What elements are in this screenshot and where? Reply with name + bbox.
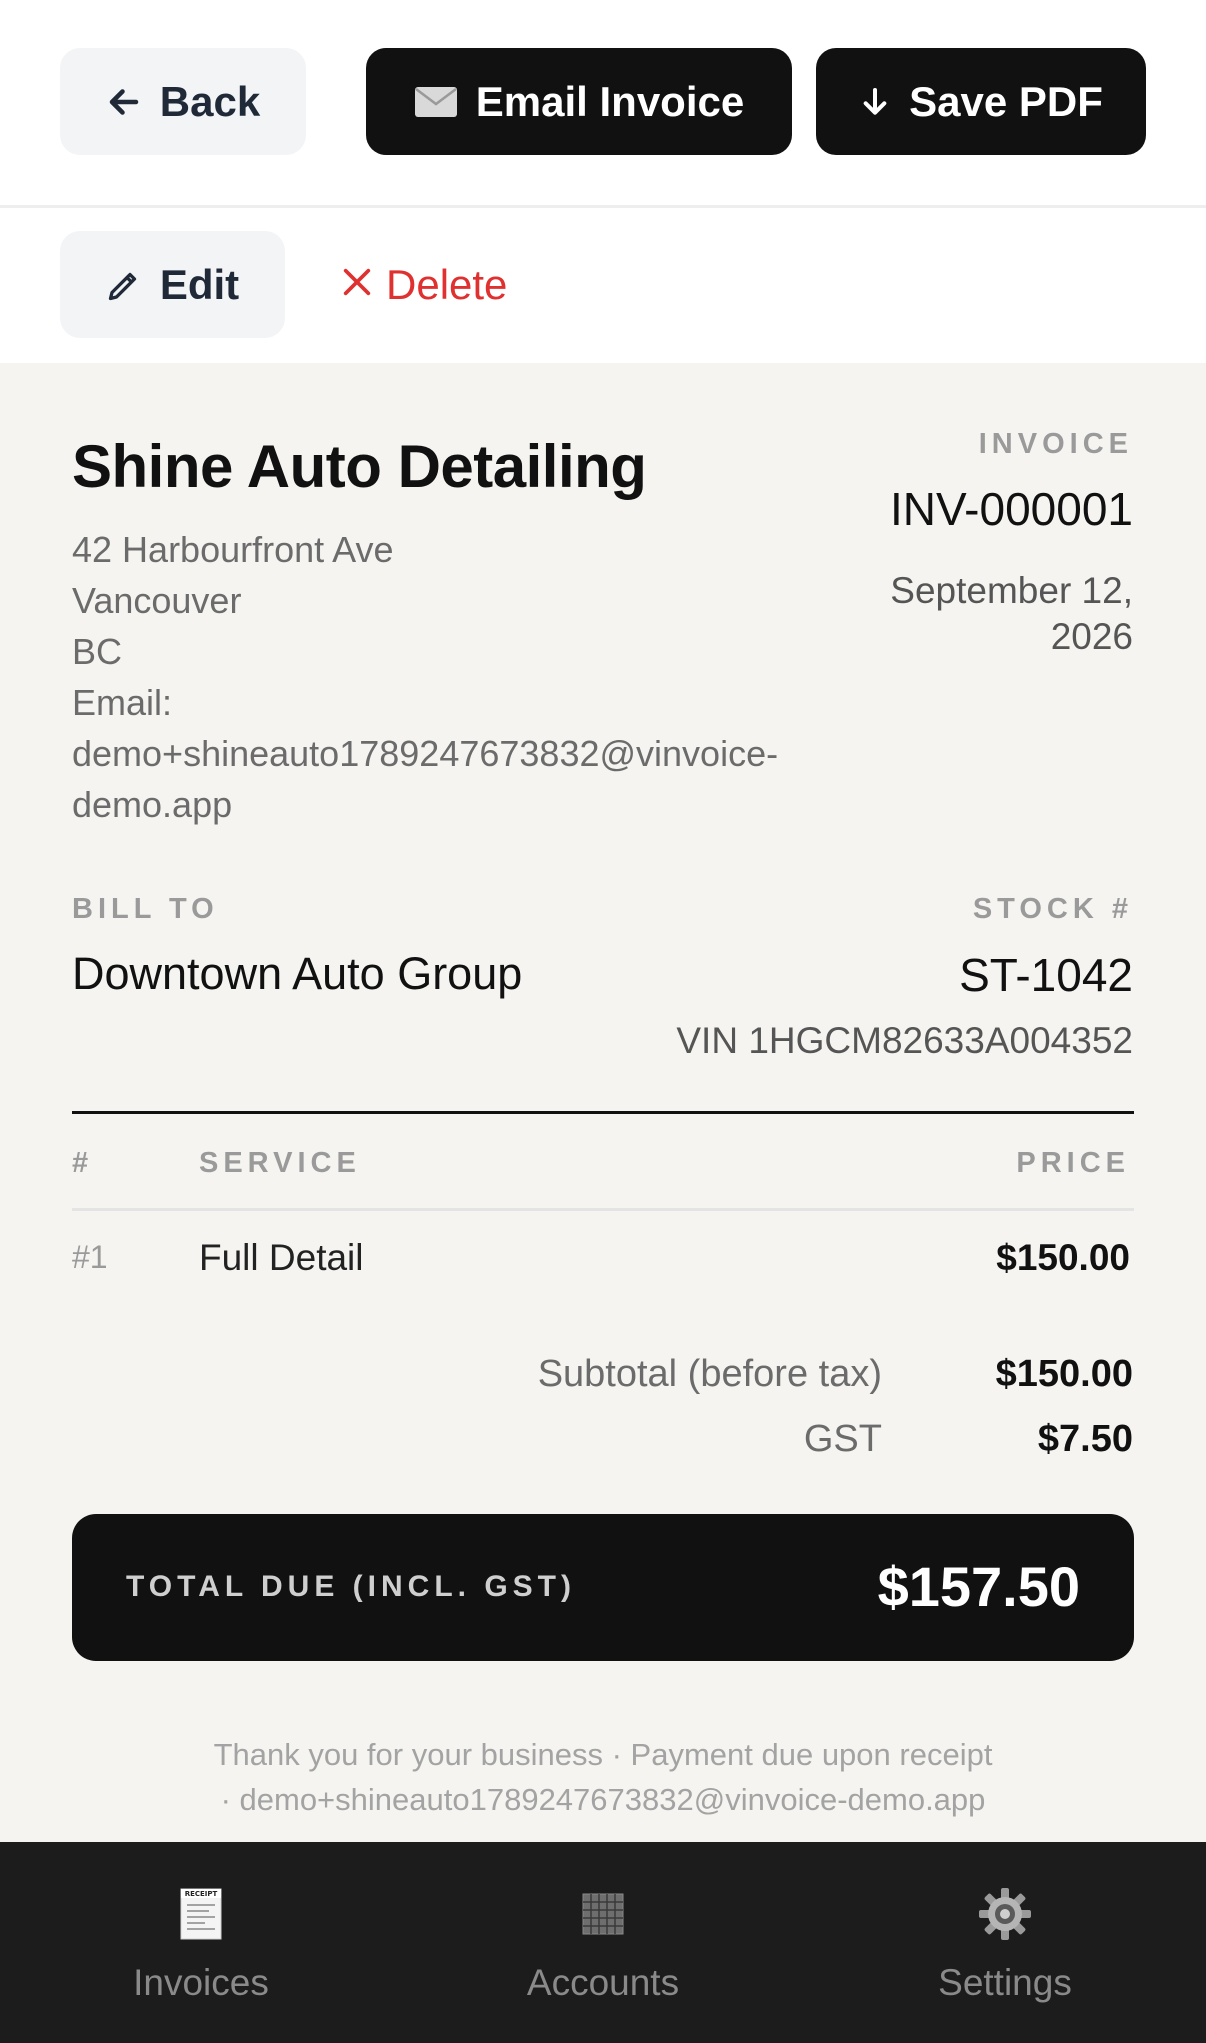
table-top-divider: [72, 1111, 1134, 1114]
delete-button[interactable]: Delete: [340, 231, 507, 338]
envelope-icon: [414, 86, 458, 118]
nav-item-invoices[interactable]: RECEIPT Invoices: [0, 1842, 402, 2043]
save-pdf-button[interactable]: Save PDF: [816, 48, 1146, 155]
email-invoice-label: Email Invoice: [475, 77, 745, 125]
business-email-line2: demo.app: [72, 784, 233, 825]
receipt-icon: RECEIPT: [173, 1886, 229, 1942]
column-header-price: PRICE: [1016, 1147, 1130, 1179]
stock-number: ST-1042: [959, 949, 1133, 1001]
total-due-value: $157.50: [877, 1555, 1080, 1618]
total-due-box: TOTAL DUE (INCL. GST) $157.50: [72, 1514, 1134, 1661]
edit-button[interactable]: Edit: [60, 231, 285, 338]
delete-button-label: Delete: [386, 260, 508, 308]
business-city: Vancouver: [72, 580, 242, 621]
row-service: Full Detail: [199, 1237, 364, 1278]
row-number: #1: [72, 1239, 108, 1275]
bill-to-label: BILL TO: [72, 893, 219, 925]
grid-icon: [575, 1886, 631, 1942]
svg-text:RECEIPT: RECEIPT: [185, 1890, 218, 1898]
footer-line1: Thank you for your business · Payment du…: [213, 1737, 993, 1772]
business-details: 42 Harbourfront Ave Vancouver BC Email: …: [72, 524, 872, 830]
table-header-divider: [72, 1208, 1134, 1211]
arrow-down-icon: [859, 84, 891, 120]
save-pdf-label: Save PDF: [909, 77, 1103, 125]
back-button-label: Back: [159, 77, 261, 125]
gst-value: $7.50: [1037, 1418, 1133, 1460]
email-invoice-button[interactable]: Email Invoice: [366, 48, 792, 155]
footer-line2: · demo+shineauto1789247673832@vinvoice-d…: [220, 1782, 986, 1817]
footer-note: Thank you for your business · Payment du…: [0, 1732, 1206, 1822]
business-province: BC: [72, 631, 123, 672]
edit-button-label: Edit: [159, 260, 240, 308]
gear-icon: [977, 1886, 1033, 1942]
arrow-left-icon: [106, 84, 142, 120]
back-button[interactable]: Back: [60, 48, 306, 155]
vin-number: VIN 1HGCM82633A004352: [676, 1020, 1133, 1061]
column-header-service: SERVICE: [199, 1147, 361, 1179]
top-toolbar: Back Email Invoice Save PDF: [0, 0, 1206, 208]
close-icon: [340, 261, 374, 309]
total-due-label: TOTAL DUE (INCL. GST): [126, 1570, 576, 1603]
nav-item-settings[interactable]: Settings: [804, 1842, 1206, 2043]
pencil-icon: [106, 267, 142, 303]
business-email-line1: demo+shineauto1789247673832@vinvoice-: [72, 733, 779, 774]
row-price: $150.00: [996, 1237, 1130, 1278]
nav-label-invoices: Invoices: [133, 1962, 269, 2003]
action-bar: Edit Delete: [0, 208, 1206, 363]
bill-to-name: Downtown Auto Group: [72, 948, 523, 999]
stock-label: STOCK #: [972, 893, 1133, 925]
invoice-number: INV-000001: [890, 483, 1133, 535]
invoice-date: September 12, 2026: [833, 555, 1133, 661]
subtotal-value: $150.00: [995, 1353, 1133, 1395]
bottom-nav: RECEIPT Invoices Accounts Settings: [0, 1842, 1206, 2043]
nav-label-accounts: Accounts: [526, 1962, 680, 2003]
invoice-label: INVOICE: [978, 428, 1133, 460]
column-header-number: #: [72, 1147, 94, 1179]
nav-item-accounts[interactable]: Accounts: [402, 1842, 804, 2043]
nav-label-settings: Settings: [938, 1962, 1072, 2003]
business-name: Shine Auto Detailing: [72, 433, 647, 500]
subtotal-label: Subtotal (before tax): [537, 1353, 882, 1395]
business-email-label: Email:: [72, 682, 173, 723]
gst-label: GST: [803, 1418, 882, 1460]
business-address: 42 Harbourfront Ave: [72, 529, 394, 570]
